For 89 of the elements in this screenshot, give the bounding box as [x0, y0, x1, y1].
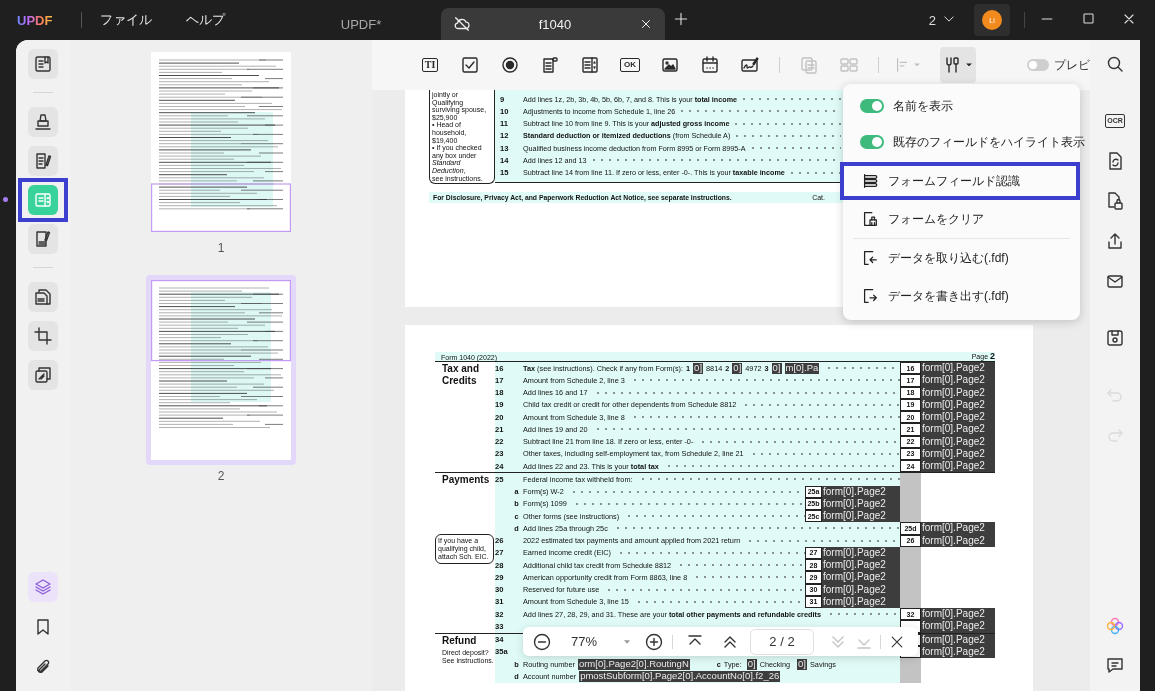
page-number-label: 2: [217, 469, 225, 483]
page-number-label: 1: [217, 241, 225, 255]
tool-button[interactable]: [28, 224, 58, 254]
tool-button[interactable]: [28, 49, 58, 79]
page-number-field[interactable]: 2 / 2: [750, 628, 814, 655]
tool-button[interactable]: [28, 360, 58, 390]
form-field[interactable]: form[0].Page2: [921, 633, 995, 646]
save-icon[interactable]: [1105, 328, 1125, 348]
document-tab[interactable]: f1040: [441, 8, 665, 40]
signature-icon[interactable]: [740, 55, 760, 75]
document-tab[interactable]: UPDF*: [281, 8, 441, 40]
text-field-tool[interactable]: TI: [421, 58, 439, 72]
chat-icon[interactable]: [1105, 655, 1125, 675]
form-field[interactable]: form[0].Page2: [921, 374, 995, 387]
form-field[interactable]: form[0].Page2: [921, 620, 995, 633]
lock-document-icon[interactable]: [1105, 191, 1125, 211]
checkbox-icon[interactable]: [460, 55, 480, 75]
form-field[interactable]: orm[0].Page2[0].RoutingN: [577, 658, 690, 670]
zoom-level[interactable]: 77%: [556, 634, 612, 649]
form-field[interactable]: 0]: [797, 658, 807, 670]
shaded-cell: [900, 473, 921, 486]
form-field[interactable]: form[0].Page2: [921, 411, 995, 424]
menu-item[interactable]: ヘルプ: [186, 11, 226, 29]
combo-box-icon[interactable]: [540, 55, 560, 75]
share-icon[interactable]: [1105, 231, 1125, 251]
layered-pages-icon: [33, 365, 53, 385]
plus-icon[interactable]: [673, 10, 689, 27]
shaded-cell: [900, 670, 921, 683]
toggle-label: 名前を表示: [893, 98, 953, 114]
cloud-off-icon: [453, 15, 471, 33]
tool-button[interactable]: [28, 321, 58, 351]
active-indicator-dot: [3, 197, 8, 202]
form-field[interactable]: 0]: [746, 658, 757, 670]
pen-document-icon: [33, 229, 53, 249]
import-icon: [861, 249, 879, 267]
form-field[interactable]: 0]: [693, 362, 704, 374]
toggle-switch[interactable]: [860, 135, 884, 149]
menu-item[interactable]: フォームをクリア: [840, 200, 1080, 238]
clear-form-icon: [861, 210, 879, 228]
form-field[interactable]: pmostSubform[0].Page2[0].AccountNo[0].f2_26: [579, 670, 781, 682]
form-icon: [33, 190, 53, 210]
preview-toggle[interactable]: [1027, 59, 1049, 71]
form-field[interactable]: form[0].Page2: [921, 362, 995, 375]
pages-icon: [33, 287, 53, 307]
form-field[interactable]: 0]: [771, 362, 782, 374]
tool-button[interactable]: [28, 282, 58, 312]
form-tools-button[interactable]: [940, 47, 976, 83]
form-field[interactable]: 0]: [732, 362, 743, 374]
maximize-icon[interactable]: [1081, 11, 1096, 26]
menu-item[interactable]: ファイル: [100, 11, 153, 29]
crop-icon: [33, 326, 53, 346]
edit-document-icon: [33, 151, 53, 171]
form-field[interactable]: m[0].Pa: [784, 362, 820, 374]
toggle-label: 既存のフィールドをハイライト表示: [893, 134, 1085, 150]
form-section-title: Payments: [441, 473, 491, 486]
list-icon: [861, 172, 879, 190]
search-icon[interactable]: [1105, 54, 1125, 74]
shaded-cell: [900, 658, 921, 671]
calendar-icon[interactable]: [700, 55, 720, 75]
menu-item[interactable]: フォームフィールド認識: [840, 162, 1080, 200]
tool-button[interactable]: [28, 146, 58, 176]
form-field[interactable]: form[0].Page2: [921, 608, 995, 621]
zoom-out-icon[interactable]: [532, 631, 552, 652]
zoom-in-icon[interactable]: [644, 631, 664, 652]
highlighter-icon: [33, 112, 53, 132]
window-count[interactable]: 2: [928, 12, 936, 28]
export-icon: [861, 287, 879, 305]
form-field[interactable]: form[0].Page2: [921, 522, 995, 535]
form-field[interactable]: form[0].Page2: [822, 571, 900, 584]
form-field[interactable]: form[0].Page2: [822, 510, 900, 523]
book-icon: [33, 54, 53, 74]
close-icon[interactable]: [639, 17, 653, 31]
form-section-title: Refund: [441, 633, 478, 646]
form-field[interactable]: form[0].Page2: [822, 559, 900, 572]
shaded-cell: [900, 510, 921, 523]
list-box-icon[interactable]: [580, 55, 600, 75]
menu-item[interactable]: データを書き出す(.fdf): [840, 277, 1080, 315]
layers-icon: [33, 577, 53, 597]
form-section-title: Tax and Credits: [441, 362, 481, 386]
form-field[interactable]: form[0].Page2: [921, 460, 995, 473]
form-field[interactable]: form[0].Page2: [921, 423, 995, 436]
preview-label: プレビ: [1054, 56, 1090, 74]
menu-item[interactable]: データを取り込む(.fdf): [840, 239, 1080, 277]
image-icon[interactable]: [660, 55, 680, 75]
tool-button[interactable]: [28, 107, 58, 137]
radio-icon[interactable]: [500, 55, 520, 75]
button-tool[interactable]: OK: [620, 58, 640, 72]
flower-icon[interactable]: [1105, 616, 1125, 636]
toggle-switch[interactable]: [860, 99, 884, 113]
